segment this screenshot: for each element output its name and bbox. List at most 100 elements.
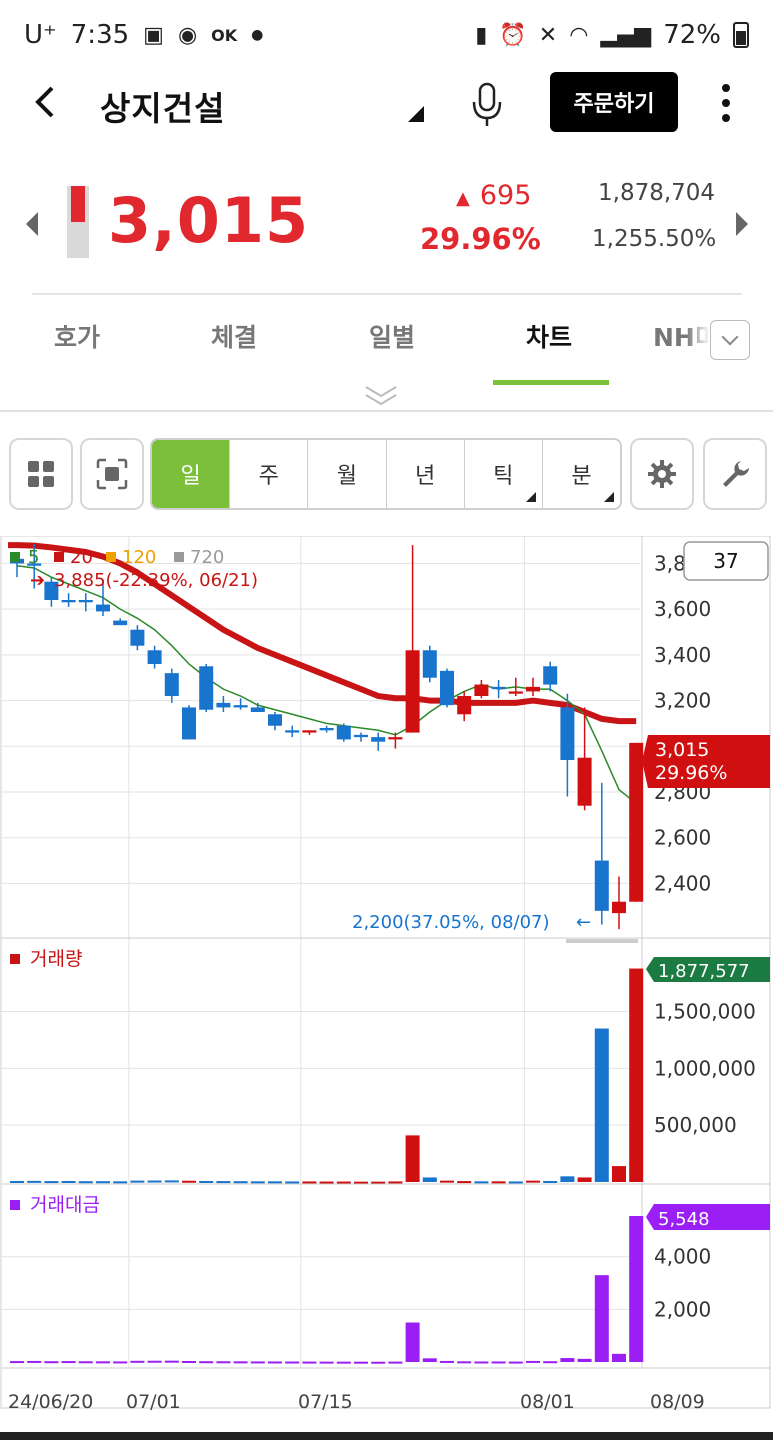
tab-daily[interactable]: 일별 [369,318,415,354]
tools-button[interactable] [703,438,767,510]
volume-bar [474,1181,489,1184]
layout-grid-button[interactable] [9,438,73,510]
tab-bar: 호가 체결 일별 차트 NH미 [0,300,773,390]
chart-toolbar: 일 주 월 년 틱 분 [0,436,773,512]
volume-bar [250,1181,265,1184]
candle-body [78,600,93,603]
price-change-percent: 29.96% [420,222,541,256]
amount-bar [147,1360,162,1363]
amount-bar [302,1361,317,1364]
tab-trades[interactable]: 체결 [211,318,257,354]
ma720-legend-swatch [174,552,184,562]
period-tick[interactable]: 틱 [465,440,543,508]
amount-bar [78,1361,93,1364]
grid-icon [28,461,54,487]
amount-legend-swatch [10,1200,20,1210]
collapse-chevron-icon[interactable] [364,384,398,406]
stock-dropdown-icon[interactable] [408,106,424,122]
period-minute[interactable]: 분 [543,440,620,508]
amount-bar [371,1361,386,1364]
amount-bar [629,1216,644,1362]
volume-bar [629,968,644,1182]
volume-bar [371,1181,386,1184]
period-year[interactable]: 년 [387,440,465,508]
candle-body [457,696,472,715]
ma5-legend-label: 5 [28,547,39,568]
amount-bar [440,1360,454,1363]
ma120-legend-swatch [106,552,116,562]
order-button[interactable]: 주문하기 [550,72,678,132]
chart-area[interactable]: 3,8003,6003,4003,2003,0002,8002,6002,400… [0,536,773,1416]
amount-bar [594,1275,609,1362]
amount-bar [543,1361,558,1364]
y-tick-label: 4,000 [654,1245,711,1269]
low-annotation-arrow-icon: ← [576,912,591,933]
amount-bar [560,1358,575,1362]
more-menu-button[interactable] [716,78,736,128]
period-week[interactable]: 주 [230,440,309,508]
battery-icon [733,22,749,48]
volume-bar [268,1181,282,1184]
period-month-label: 월 [336,464,358,489]
amount-bar [27,1360,42,1363]
prev-stock-button[interactable] [26,212,38,236]
back-arrow-icon [35,86,54,118]
ma120-legend-label: 120 [122,547,156,568]
candle-body [147,650,162,664]
tab-chart[interactable]: 차트 [526,318,572,354]
amount-bar [113,1361,128,1364]
volume-bar [388,1181,403,1184]
amount-bar [491,1361,506,1364]
status-bar: U⁺ 7:35 ▣ ◉ OK ● ▮ ⏰ ✕ ◠ ▂▄▆ 72% [0,0,773,70]
amount-panel-title: 거래대금 [30,1194,100,1216]
voice-search-button[interactable] [470,80,504,130]
wifi-icon: ◠ [569,22,589,48]
battery-percent: 72% [663,20,721,50]
amount-bar [130,1360,145,1363]
volume-bar [164,1180,179,1183]
candle-body [491,686,506,690]
x-tick-label: 08/09 [650,1391,705,1413]
volume-bar [560,1176,575,1182]
period-month[interactable]: 월 [308,440,387,508]
candle-body [250,707,265,712]
y-tick-label: 2,600 [654,826,711,850]
y-tick-label: 3,400 [654,643,711,667]
back-button[interactable] [30,80,70,124]
amount-bar [388,1361,403,1364]
dot-icon: ● [251,27,264,43]
current-price: 3,015 [108,184,310,257]
volume-bar [78,1181,93,1184]
period-week-label: 주 [258,464,279,489]
active-tab-indicator [493,380,609,385]
volume-bar [457,1181,472,1184]
volume-legend-swatch [10,954,20,964]
volume-bar [233,1181,248,1184]
candle-body [182,707,196,740]
amount-bar [164,1360,179,1363]
ma720-legend-label: 720 [190,547,224,568]
settings-button[interactable] [630,438,694,510]
tab-expand-button[interactable] [710,320,750,360]
more-dot-icon [722,84,730,92]
y-tick-label: 1,500,000 [654,999,756,1023]
stock-title[interactable]: 상지건설 [100,82,225,130]
mute-icon: ✕ [538,22,558,48]
microphone-icon [472,82,502,126]
tab-orderbook[interactable]: 호가 [54,318,100,354]
amount-bar [44,1361,59,1364]
amount-bar [354,1361,368,1364]
next-stock-button[interactable] [736,212,748,236]
volume-bar [96,1181,110,1184]
current-price-tag-pct: 29.96% [655,762,727,784]
period-day[interactable]: 일 [152,440,231,508]
ok-icon: OK [211,25,238,45]
up-arrow-icon: ▲ [456,188,470,209]
amount-bar [199,1361,214,1364]
candle-body [560,707,575,760]
capture-button[interactable] [80,438,144,510]
stock-chart[interactable]: 3,8003,6003,4003,2003,0002,8002,6002,400… [0,536,773,1416]
visible-count: 37 [713,549,738,573]
screenshot-icon [96,458,128,490]
y-tick-label: 2,400 [654,871,711,895]
